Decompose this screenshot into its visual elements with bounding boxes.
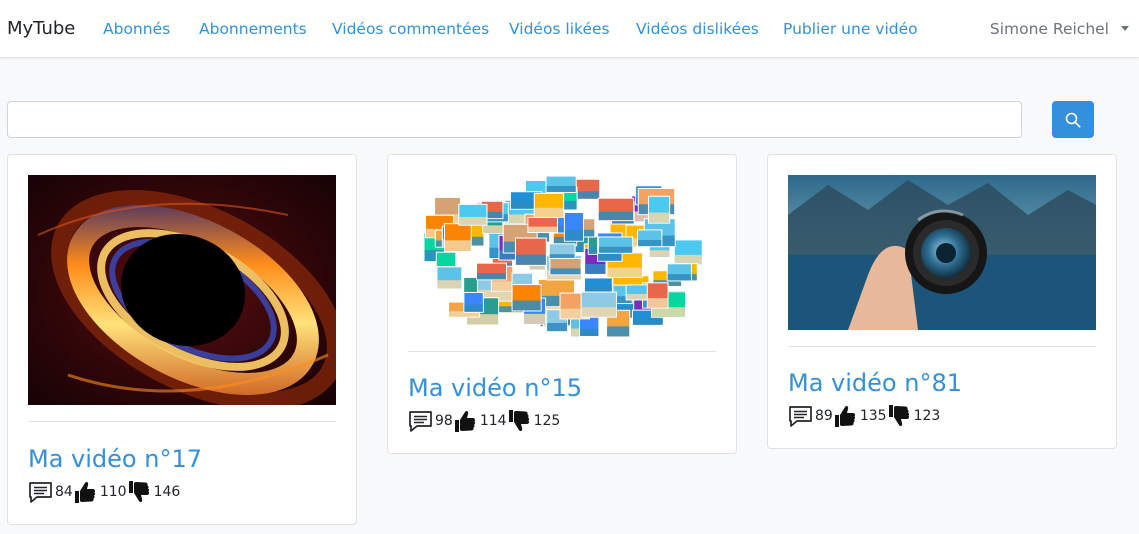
thumbs-down-icon[interactable] [128, 480, 150, 504]
collage-photo-tile [580, 291, 617, 318]
nav-link-videos-dislikees[interactable]: Vidéos dislikées [636, 19, 759, 39]
comment-count: 98 [435, 413, 453, 429]
video-card[interactable]: Ma vidéo n°15 98 114 125 [387, 154, 737, 454]
like-count: 135 [859, 408, 887, 424]
comment-icon [29, 481, 52, 503]
comment-count: 84 [55, 484, 73, 500]
collage-photo-tile [463, 291, 484, 313]
like-count: 114 [479, 413, 507, 429]
video-title[interactable]: Ma vidéo n°15 [408, 374, 582, 402]
collage-photo-tile [443, 223, 472, 252]
collage-photo-tile [647, 195, 671, 224]
thumbs-up-icon[interactable] [834, 404, 856, 428]
thumbs-up-icon[interactable] [454, 409, 476, 433]
video-title[interactable]: Ma vidéo n°17 [28, 445, 202, 473]
like-count: 110 [99, 484, 127, 500]
search-button[interactable] [1052, 101, 1094, 138]
collage-photo-tile [476, 262, 508, 281]
card-divider [788, 346, 1096, 347]
dislike-count: 125 [533, 413, 561, 429]
collage-photo-tile [563, 211, 584, 242]
video-stats: 89 135 123 [788, 404, 941, 428]
collage-photo-tile [637, 229, 663, 248]
user-menu[interactable]: Simone Reichel [990, 19, 1109, 39]
video-thumbnail-black-hole[interactable] [28, 175, 336, 405]
chevron-down-icon[interactable] [1121, 26, 1129, 31]
collage-photo-tile [527, 216, 559, 234]
nav-link-videos-likees[interactable]: Vidéos likées [509, 19, 610, 39]
video-stats: 84 110 146 [28, 480, 181, 504]
video-stats: 98 114 125 [408, 409, 561, 433]
comment-icon [789, 405, 812, 427]
collage-photo-tile [673, 239, 703, 266]
collage-photo-tile [666, 263, 692, 282]
nav-link-videos-commentees[interactable]: Vidéos commentées [332, 19, 489, 39]
card-divider [408, 351, 716, 352]
collage-photo-tile [646, 282, 669, 309]
dislike-count: 123 [913, 408, 941, 424]
nav-link-abonnements[interactable]: Abonnements [199, 19, 307, 39]
thumbs-down-icon[interactable] [888, 404, 910, 428]
dislike-count: 146 [153, 484, 181, 500]
nav-link-abonnes[interactable]: Abonnés [103, 19, 170, 39]
card-divider [28, 421, 336, 422]
video-thumbnail-photo-collage[interactable] [408, 175, 716, 337]
navbar: MyTube Abonnés Abonnements Vidéos commen… [0, 0, 1139, 58]
comment-icon [409, 410, 432, 432]
video-thumbnail-lens-lake[interactable] [788, 175, 1096, 330]
brand-logo[interactable]: MyTube [7, 18, 75, 40]
video-card[interactable]: Ma vidéo n°81 89 135 123 [767, 154, 1117, 449]
collage-photo-tile [574, 178, 601, 200]
collage-photo-tile [598, 236, 634, 254]
collage-photo-tile [533, 192, 565, 218]
collage-photo-tile [579, 316, 600, 337]
collage-photo-tile [514, 237, 547, 266]
collage-photo-tile [597, 197, 635, 222]
comment-count: 89 [815, 408, 833, 424]
collage-photo-tile [545, 175, 577, 193]
nav-link-publier-video[interactable]: Publier une vidéo [783, 19, 918, 39]
search-input[interactable] [7, 101, 1022, 138]
collage-photo-tile [458, 203, 488, 226]
collage-photo-tile [549, 258, 582, 276]
thumbs-down-icon[interactable] [508, 409, 530, 433]
collage-photo-tile [436, 266, 463, 290]
video-title[interactable]: Ma vidéo n°81 [788, 369, 962, 397]
collage-photo-tile [511, 284, 542, 312]
thumbs-up-icon[interactable] [74, 480, 96, 504]
video-card[interactable]: Ma vidéo n°17 84 110 146 [7, 154, 357, 525]
search-icon [1065, 112, 1081, 128]
